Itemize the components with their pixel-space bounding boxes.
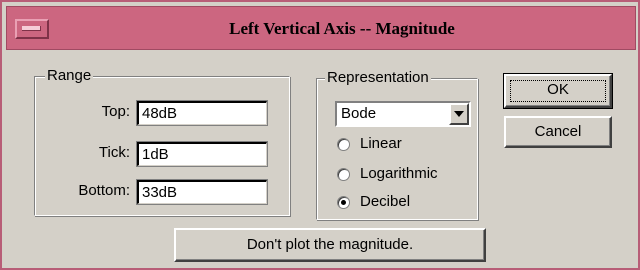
range-group: Range Top: Tick: Bottom: — [34, 67, 290, 216]
chevron-down-icon[interactable] — [449, 103, 469, 125]
dialog-title: Left Vertical Axis -- Magnitude — [229, 19, 455, 38]
dialog-window: Left Vertical Axis -- Magnitude Range To… — [0, 0, 640, 270]
radio-linear-button[interactable] — [337, 138, 350, 151]
cancel-button-label: Cancel — [534, 123, 582, 140]
top-label: Top: — [101, 103, 130, 120]
range-legend: Range — [45, 67, 94, 84]
bottom-field[interactable] — [136, 179, 268, 205]
tick-field[interactable] — [136, 141, 268, 167]
window-menu-icon[interactable] — [15, 19, 49, 39]
radio-logarithmic-button[interactable] — [337, 168, 350, 181]
title-bar[interactable]: Left Vertical Axis -- Magnitude — [6, 6, 636, 50]
radio-decibel[interactable]: Decibel — [337, 193, 467, 213]
representation-legend: Representation — [325, 69, 431, 86]
radio-decibel-button[interactable] — [337, 196, 350, 209]
radio-decibel-label: Decibel — [360, 193, 411, 210]
dont-plot-button-label: Don't plot the magnitude. — [246, 236, 414, 253]
radio-linear-label: Linear — [360, 135, 402, 152]
cancel-button[interactable]: Cancel — [504, 116, 612, 148]
dont-plot-button[interactable]: Don't plot the magnitude. — [174, 228, 486, 262]
bottom-label: Bottom: — [78, 182, 130, 199]
representation-select-value: Bode — [341, 105, 377, 122]
radio-logarithmic-label: Logarithmic — [360, 165, 438, 182]
ok-button-label: OK — [547, 81, 569, 98]
tick-label: Tick: — [98, 144, 130, 161]
top-field[interactable] — [136, 100, 268, 126]
ok-button[interactable]: OK — [503, 73, 613, 109]
representation-group: Representation Bode Linear Logarithmic D… — [316, 69, 478, 220]
representation-select[interactable]: Bode — [335, 101, 471, 127]
radio-linear[interactable]: Linear — [337, 135, 467, 155]
radio-logarithmic[interactable]: Logarithmic — [337, 165, 467, 185]
